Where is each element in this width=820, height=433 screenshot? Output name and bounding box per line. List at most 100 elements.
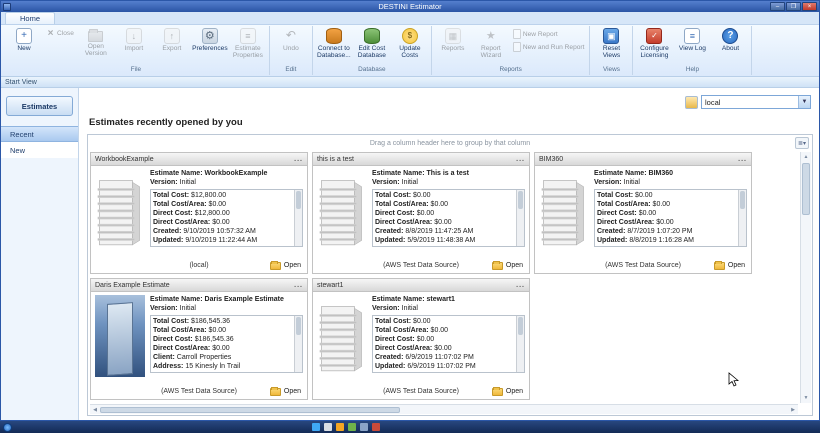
- horizontal-scrollbar[interactable]: ◀ ▶: [90, 404, 798, 414]
- tab-home[interactable]: Home: [5, 12, 56, 24]
- window-layout-icon: ▣: [603, 28, 620, 44]
- estimate-version: Initial: [401, 305, 418, 312]
- building-photo: [95, 295, 145, 377]
- scroll-up-icon[interactable]: ▲: [801, 152, 811, 162]
- reset-views-button[interactable]: ▣ Reset Views: [592, 26, 630, 60]
- open-button[interactable]: Open: [269, 386, 301, 396]
- configure-licensing-button[interactable]: ✓ Configure Licensing: [635, 26, 673, 60]
- ribbon-group-database: Connect to Database... Edit Cost Databas…: [313, 26, 432, 75]
- new-and-run-report-button[interactable]: New and Run Report: [510, 41, 588, 53]
- coins-icon: $: [401, 28, 418, 44]
- open-button[interactable]: Open: [269, 260, 301, 270]
- group-label-help: Help: [685, 66, 700, 73]
- building-image: [319, 180, 362, 246]
- card-menu-icon[interactable]: ...: [294, 156, 303, 163]
- card-header: this is a test ...: [313, 153, 529, 166]
- grid-options-icon[interactable]: ≣▾: [795, 137, 809, 149]
- estimate-version: Initial: [623, 179, 640, 186]
- ribbon-group-help: ✓ Configure Licensing ≡ View Log ? About…: [633, 26, 753, 75]
- new-button[interactable]: + New: [5, 26, 43, 52]
- estimate-stats: Total Cost: $0.00 Total Cost/Area: $0.00 D…: [372, 189, 525, 247]
- stats-scrollbar[interactable]: [294, 190, 302, 246]
- sidebar-item-estimates[interactable]: Estimates: [6, 96, 73, 116]
- open-button[interactable]: Open: [491, 260, 523, 270]
- ribbon-group-views: ▣ Reset Views Views: [590, 26, 634, 75]
- card-menu-icon[interactable]: ...: [294, 282, 303, 289]
- open-version-button[interactable]: Open Version: [77, 26, 115, 58]
- report-wizard-button[interactable]: ★ Report Wizard: [472, 26, 510, 60]
- sidebar-item-recent[interactable]: Recent: [1, 126, 78, 142]
- update-costs-button[interactable]: $ Update Costs: [391, 26, 429, 60]
- undo-icon: ↶: [285, 28, 296, 43]
- card-menu-icon[interactable]: ...: [516, 282, 525, 289]
- estimate-name: BIM360: [648, 170, 674, 177]
- open-button[interactable]: Open: [491, 386, 523, 396]
- folder-icon: [491, 260, 503, 270]
- estimate-card[interactable]: Daris Example Estimate ... Estimate Name…: [90, 278, 308, 400]
- card-menu-icon[interactable]: ...: [738, 156, 747, 163]
- stats-scrollbar[interactable]: [294, 316, 302, 372]
- card-header: WorkbookExample ...: [91, 153, 307, 166]
- taskbar-app-icon[interactable]: [336, 423, 344, 431]
- card-menu-icon[interactable]: ...: [516, 156, 525, 163]
- folder-icon: [491, 386, 503, 396]
- export-button[interactable]: ↑ Export: [153, 26, 191, 52]
- data-source-select[interactable]: local ▼: [701, 95, 811, 109]
- scrollbar-thumb[interactable]: [802, 163, 810, 215]
- start-view-bar: Start View: [1, 77, 819, 88]
- close-estimate-button[interactable]: × Close: [43, 28, 77, 39]
- maximize-button[interactable]: ❐: [786, 2, 801, 11]
- estimate-card[interactable]: stewart1 ... Estimate Name: stewart1 Ver…: [312, 278, 530, 400]
- estimate-card[interactable]: BIM360 ... Estimate Name: BIM360 Version…: [534, 152, 752, 274]
- estimate-card[interactable]: WorkbookExample ... Estimate Name: Workb…: [90, 152, 308, 274]
- estimate-name: Daris Example Estimate: [204, 296, 284, 303]
- preferences-button[interactable]: ⚙ Preferences: [191, 26, 229, 52]
- scroll-down-icon[interactable]: ▼: [801, 393, 811, 403]
- vertical-scrollbar[interactable]: ▲ ▼: [800, 152, 811, 403]
- export-icon: ↑: [163, 28, 180, 44]
- taskbar-app-icon[interactable]: [312, 423, 320, 431]
- card-header: Daris Example Estimate ...: [91, 279, 307, 292]
- gear-icon: ⚙: [201, 28, 218, 44]
- estimate-name: stewart1: [426, 296, 455, 303]
- chevron-down-icon[interactable]: ▼: [798, 96, 810, 108]
- mouse-cursor: [728, 372, 739, 387]
- stats-scrollbar[interactable]: [516, 190, 524, 246]
- undo-button[interactable]: ↶ Undo: [272, 26, 310, 52]
- data-source-icon[interactable]: [685, 95, 698, 109]
- taskbar-app-icon[interactable]: [348, 423, 356, 431]
- sidebar-item-new[interactable]: New: [1, 142, 78, 158]
- wizard-star-icon: ★: [485, 29, 496, 42]
- import-button[interactable]: ↓ Import: [115, 26, 153, 52]
- minimize-button[interactable]: –: [770, 2, 785, 11]
- database-orange-icon: [325, 28, 342, 44]
- scrollbar-thumb[interactable]: [100, 406, 400, 413]
- start-button[interactable]: [3, 422, 12, 432]
- page-title: Estimates recently opened by you: [89, 117, 243, 128]
- about-button[interactable]: ? About: [711, 26, 749, 52]
- view-log-button[interactable]: ≡ View Log: [673, 26, 711, 52]
- open-button[interactable]: Open: [713, 260, 745, 270]
- connect-database-button[interactable]: Connect to Database...: [315, 26, 353, 60]
- taskbar-app-icon[interactable]: [372, 423, 380, 431]
- estimate-card[interactable]: this is a test ... Estimate Name: This i…: [312, 152, 530, 274]
- log-page-icon: ≡: [684, 28, 701, 44]
- reports-button[interactable]: ▦ Reports: [434, 26, 472, 52]
- building-image: [319, 306, 362, 372]
- ribbon-group-reports: ▦ Reports ★ Report Wizard New Report New…: [432, 26, 591, 75]
- taskbar-app-icon[interactable]: [360, 423, 368, 431]
- new-report-button[interactable]: New Report: [510, 28, 588, 40]
- building-image: [97, 180, 140, 246]
- ribbon-group-file: + New × Close Open Version ↓ Import ↑ Ex…: [3, 26, 270, 75]
- app-window: DESTINI Estimator – ❐ × Home + New × Clo…: [0, 0, 820, 421]
- close-button[interactable]: ×: [802, 2, 817, 11]
- group-label-database: Database: [358, 66, 386, 73]
- taskbar-app-icon[interactable]: [324, 423, 332, 431]
- stats-scrollbar[interactable]: [738, 190, 746, 246]
- database-green-icon: [363, 28, 380, 44]
- edit-cost-database-button[interactable]: Edit Cost Database: [353, 26, 391, 60]
- estimate-properties-button[interactable]: ≡ Estimate Properties: [229, 26, 267, 60]
- stats-scrollbar[interactable]: [516, 316, 524, 372]
- scroll-left-icon[interactable]: ◀: [90, 407, 100, 413]
- scroll-right-icon[interactable]: ▶: [788, 407, 798, 413]
